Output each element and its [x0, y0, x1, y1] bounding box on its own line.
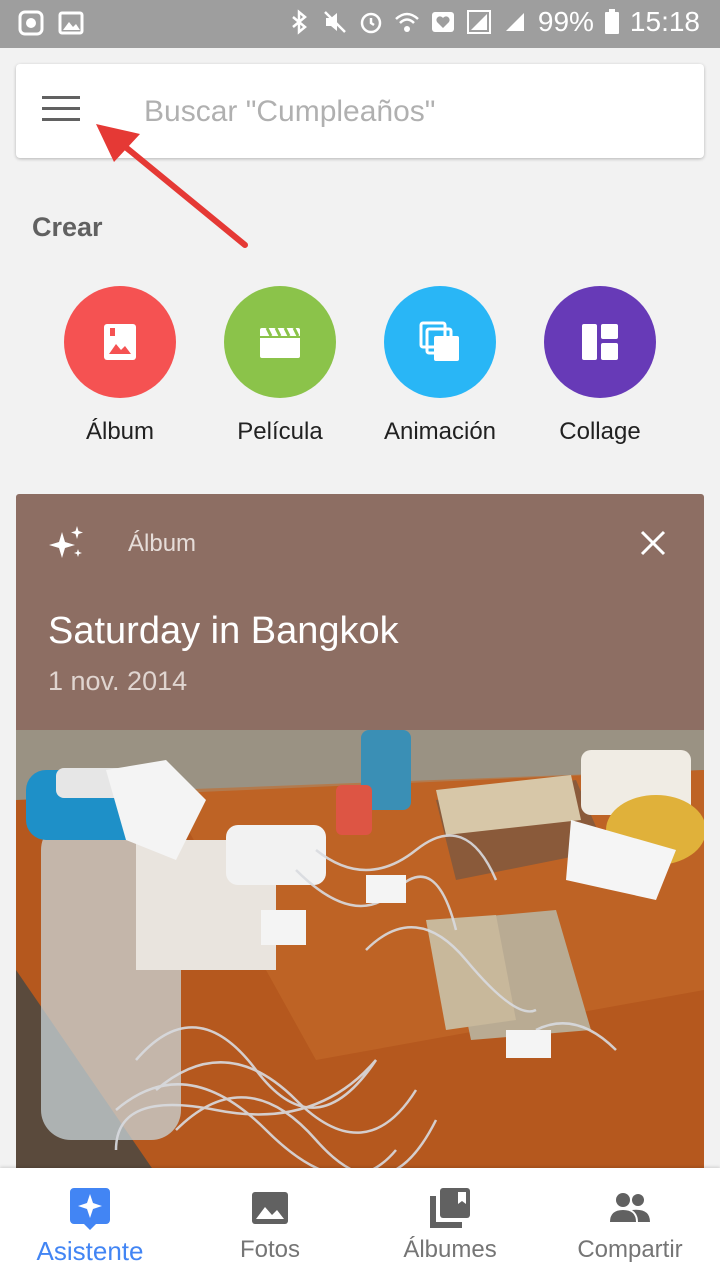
bottom-navigation: Asistente Fotos Álbumes Compartir: [0, 1168, 720, 1280]
alarm-icon: [360, 12, 382, 34]
signal-roaming-icon: [505, 13, 524, 31]
animation-stack-icon: [419, 321, 459, 361]
mute-icon: [323, 11, 346, 33]
signal-icon: [466, 10, 491, 34]
create-album-label: Álbum: [85, 418, 155, 445]
suggestion-photo[interactable]: [16, 730, 704, 1174]
albums-icon: [430, 1188, 470, 1228]
search-bar: [16, 64, 704, 158]
create-animation-circle: [384, 286, 496, 398]
create-movie-button[interactable]: Película: [200, 286, 360, 456]
create-collage-button[interactable]: Collage: [520, 286, 680, 456]
record-notification-icon: [18, 10, 44, 36]
create-animation-label: Animación: [383, 418, 497, 445]
nav-albums[interactable]: Álbumes: [360, 1168, 540, 1280]
create-section-title: Crear: [32, 212, 103, 242]
nav-assistant[interactable]: Asistente: [0, 1168, 180, 1280]
suggestion-card-header: Álbum Saturday in Bangkok 1 nov. 2014: [16, 494, 704, 730]
nav-assistant-label: Asistente: [36, 1236, 144, 1266]
search-input[interactable]: [144, 92, 664, 132]
close-icon[interactable]: [638, 528, 668, 558]
create-collage-circle: [544, 286, 656, 398]
nav-photos[interactable]: Fotos: [180, 1168, 360, 1280]
suggestion-title: Saturday in Bangkok: [48, 610, 399, 652]
nav-share-label: Compartir: [577, 1236, 683, 1263]
create-movie-label: Película: [237, 418, 323, 445]
wifi-icon: [395, 12, 419, 32]
hamburger-icon-line: [42, 107, 80, 110]
create-album-circle: [64, 286, 176, 398]
collage-grid-icon: [582, 324, 618, 360]
movie-clapper-icon: [260, 327, 300, 358]
create-album-button[interactable]: Álbum: [40, 286, 200, 456]
battery-percentage: 99%: [537, 6, 594, 37]
suggestion-type-label: Álbum: [128, 530, 197, 557]
bluetooth-icon: [292, 9, 307, 35]
people-icon: [610, 1193, 650, 1222]
status-bar: 99% 15:18: [0, 0, 720, 48]
suggestion-date: 1 nov. 2014: [48, 666, 188, 696]
create-animation-button[interactable]: Animación: [360, 286, 520, 456]
clock: 15:18: [629, 6, 700, 37]
menu-button[interactable]: [42, 96, 82, 126]
image-notification-icon: [58, 11, 84, 35]
photo-icon: [252, 1192, 288, 1224]
create-options: Álbum Película Animación Collage: [40, 286, 680, 456]
suggestion-card[interactable]: Álbum Saturday in Bangkok 1 nov. 2014: [16, 494, 704, 1174]
battery-icon: [604, 9, 619, 34]
assistant-star-icon: [70, 1188, 110, 1230]
nav-albums-label: Álbumes: [403, 1236, 497, 1263]
heart-badge-icon: [431, 12, 454, 32]
create-collage-label: Collage: [559, 418, 641, 445]
create-movie-circle: [224, 286, 336, 398]
photo-album-icon: [104, 324, 136, 360]
nav-share[interactable]: Compartir: [540, 1168, 720, 1280]
hamburger-icon: [42, 96, 80, 99]
nav-photos-label: Fotos: [239, 1236, 301, 1263]
sparkle-icon: [49, 526, 83, 558]
hamburger-icon-line: [42, 118, 80, 121]
